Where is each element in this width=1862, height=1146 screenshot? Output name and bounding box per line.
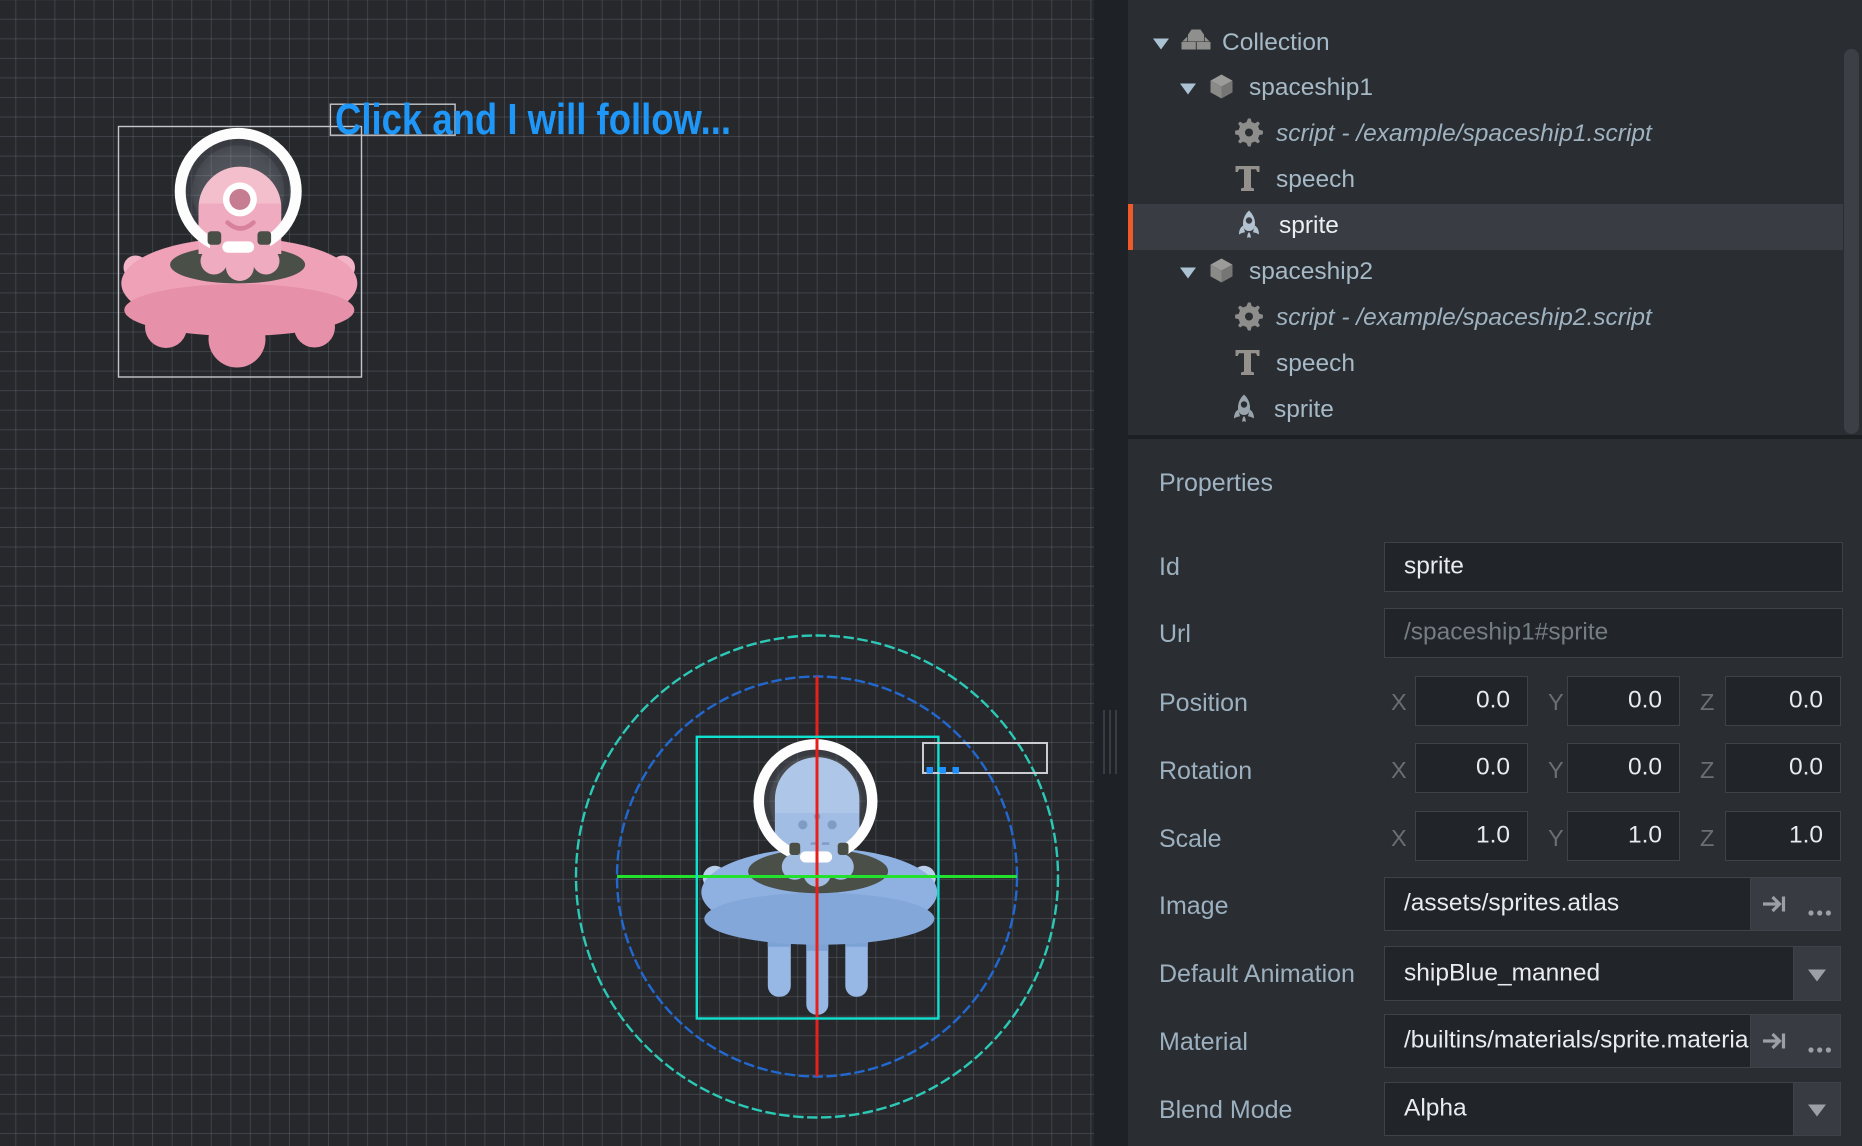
svg-text:Click and I will follow...: Click and I will follow... <box>335 95 731 144</box>
